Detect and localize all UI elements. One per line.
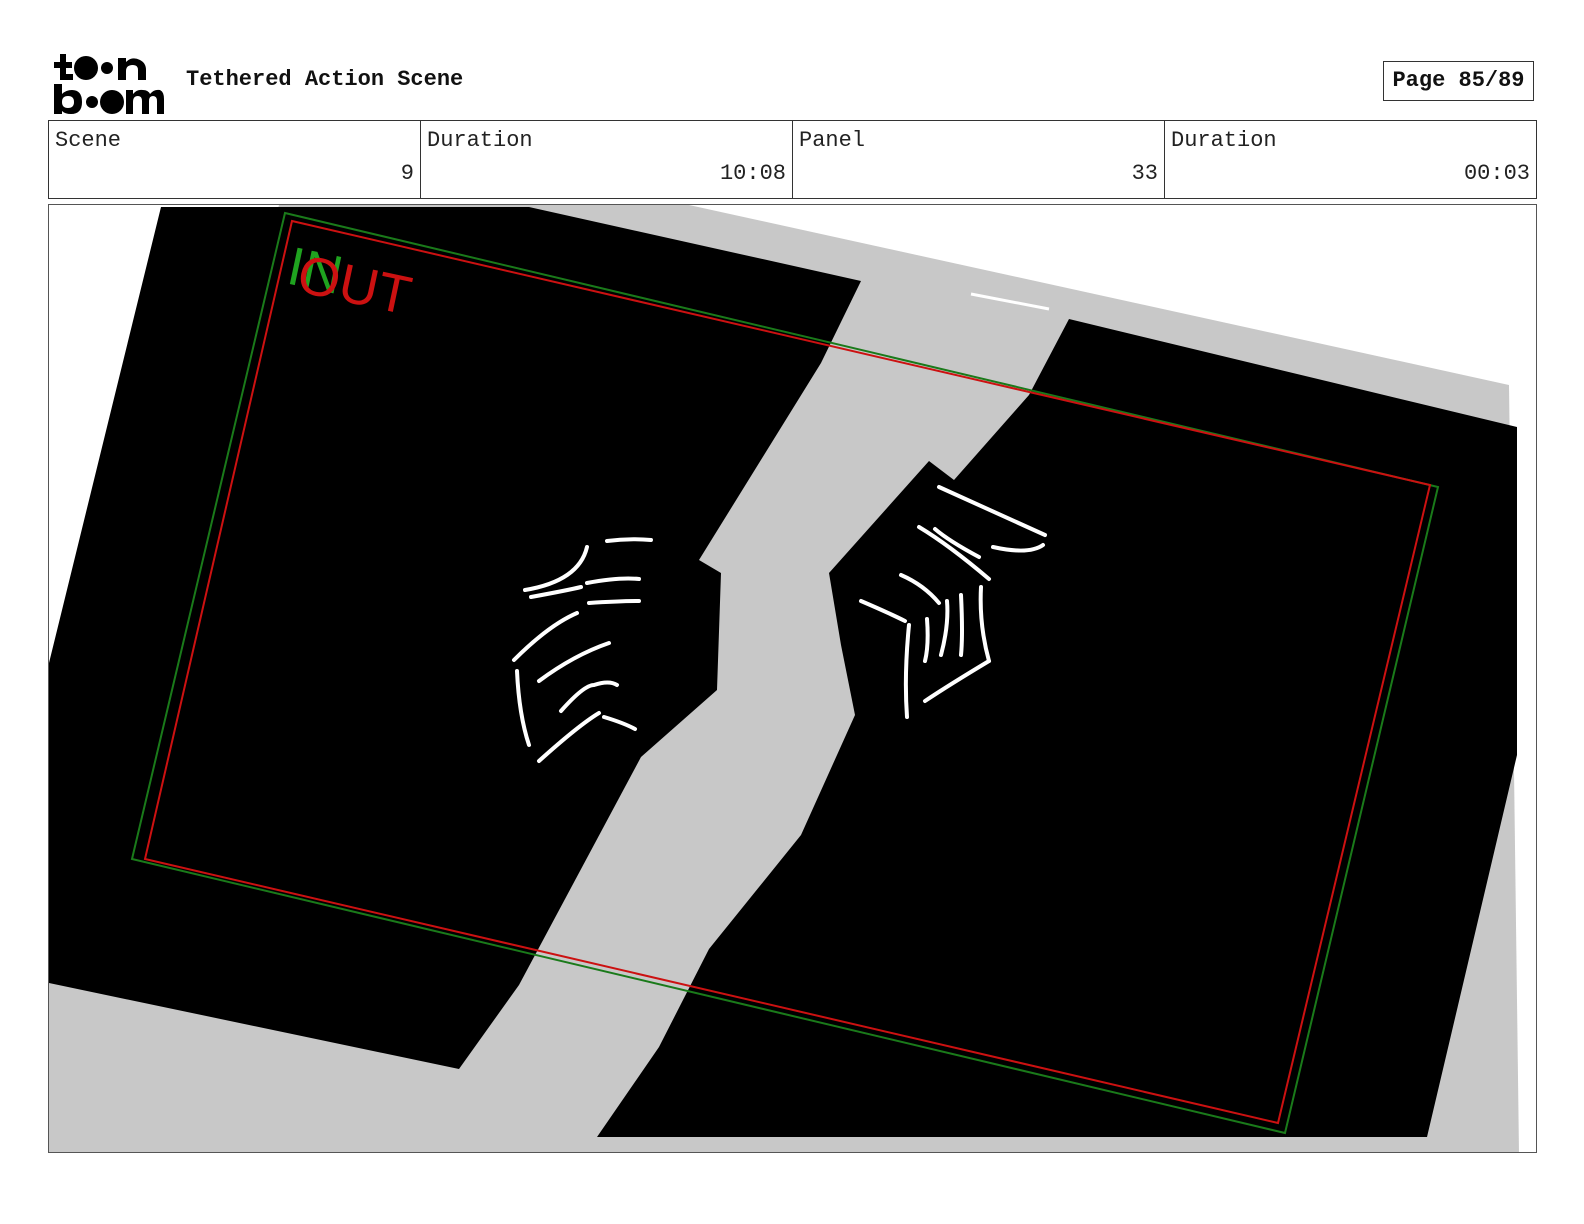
panel-duration-cell: Duration 00:03 [1165, 121, 1536, 198]
document-title: Tethered Action Scene [186, 67, 464, 92]
scene-cell: Scene 9 [49, 121, 421, 198]
panel-cell: Panel 33 [793, 121, 1165, 198]
scene-duration-label: Duration [427, 128, 533, 153]
scene-label: Scene [55, 128, 122, 153]
scene-duration-value: 10:08 [719, 161, 786, 186]
toon-boom-logo [54, 54, 164, 114]
scene-duration-cell: Duration 10:08 [421, 121, 793, 198]
panel-drawing: IN OUT [49, 205, 1519, 1152]
scene-value: 9 [400, 161, 414, 186]
storyboard-panel: IN OUT [48, 204, 1537, 1153]
scene-info-table: Scene 9 Duration 10:08 Panel 33 Duration… [48, 120, 1537, 199]
panel-label: Panel [799, 128, 866, 153]
page-number: Page 85/89 [1383, 61, 1534, 101]
panel-value: 33 [1131, 161, 1158, 186]
panel-duration-label: Duration [1171, 128, 1277, 153]
panel-duration-value: 00:03 [1463, 161, 1530, 186]
